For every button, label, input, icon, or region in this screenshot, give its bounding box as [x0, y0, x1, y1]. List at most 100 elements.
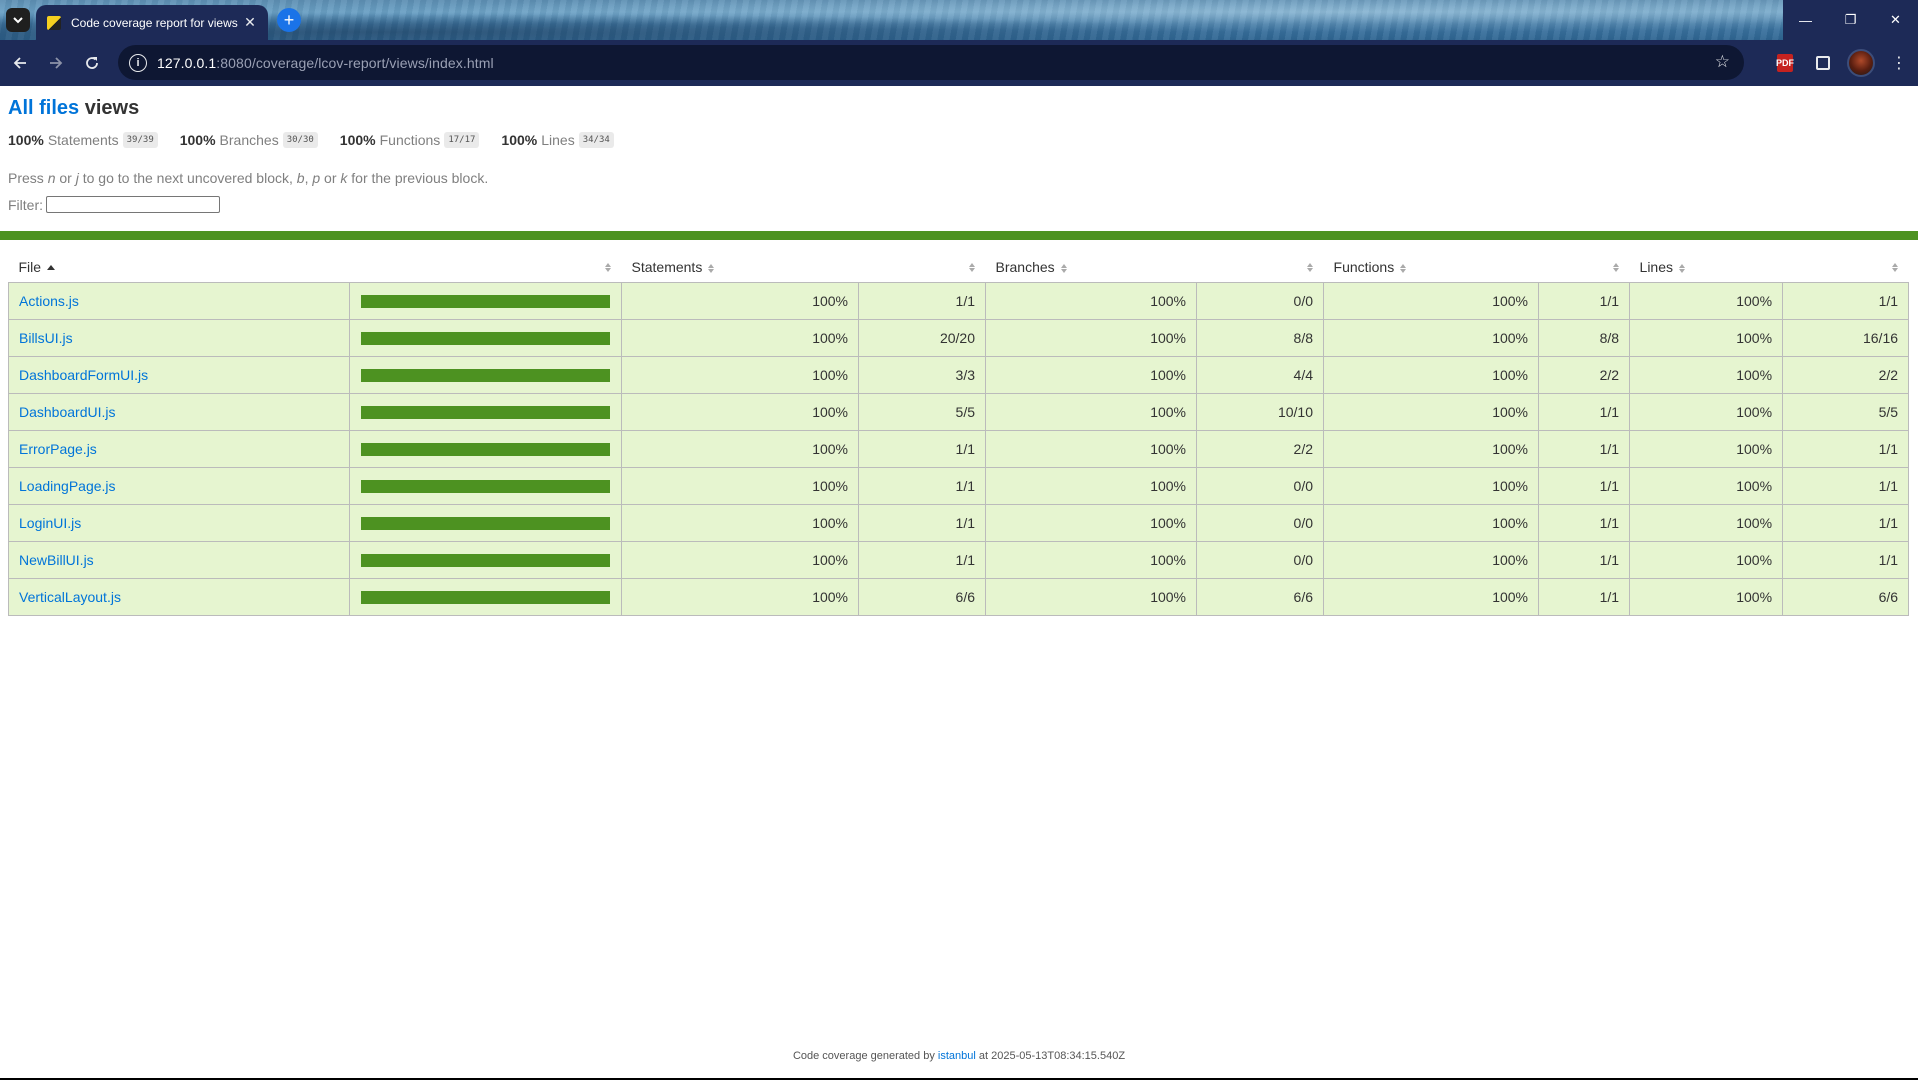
all-files-link[interactable]: All files [8, 97, 79, 119]
file-link[interactable]: LoginUI.js [19, 515, 81, 531]
minimize-button[interactable]: — [1783, 0, 1828, 40]
sort-icon[interactable] [604, 263, 612, 272]
file-cell: VerticalLayout.js [8, 578, 350, 616]
functions-pct: 100% [1323, 356, 1540, 394]
tab-list-icon[interactable] [6, 8, 30, 32]
sort-icon[interactable] [1060, 264, 1068, 273]
browser-tab-active[interactable]: Code coverage report for views ✕ [36, 5, 268, 40]
lines-fraction: 2/2 [1782, 356, 1910, 394]
pdf-extension-icon[interactable]: PDF [1766, 44, 1804, 82]
coverage-summary: 100% Statements 39/39 100% Branches 30/3… [8, 132, 1910, 148]
close-window-button[interactable]: ✕ [1873, 0, 1918, 40]
lines-fraction: 1/1 [1782, 467, 1910, 505]
sort-icon[interactable] [1891, 263, 1899, 272]
functions-fraction: 2/2 [1538, 356, 1631, 394]
coverage-bar-cell [349, 504, 622, 542]
filter-input[interactable] [46, 196, 220, 213]
header-file[interactable]: File [9, 252, 622, 283]
file-cell: DashboardUI.js [8, 393, 350, 431]
branches-fraction: 10/10 [1196, 393, 1325, 431]
coverage-bar [360, 552, 611, 568]
coverage-bar [360, 367, 611, 383]
branches-pct: 100% [985, 467, 1198, 505]
coverage-bar-fill [361, 331, 610, 345]
browser-toolbar: i 127.0.0.1:8080/coverage/lcov-report/vi… [0, 40, 1918, 86]
functions-pct: 100% [1323, 467, 1540, 505]
file-link[interactable]: DashboardUI.js [19, 404, 116, 420]
address-bar[interactable]: i 127.0.0.1:8080/coverage/lcov-report/vi… [118, 45, 1744, 80]
sort-icon[interactable] [1679, 264, 1686, 273]
functions-fraction: 1/1 [1538, 541, 1631, 579]
coverage-bar-cell [349, 578, 622, 616]
functions-fraction: 8/8 [1538, 319, 1631, 357]
file-cell: BillsUI.js [8, 319, 350, 357]
functions-fraction: 1/1 [1538, 393, 1631, 431]
back-icon[interactable] [4, 47, 36, 79]
statements-fraction: 1/1 [857, 467, 987, 505]
coverage-bar [360, 330, 611, 346]
istanbul-favicon-icon [47, 15, 61, 30]
coverage-status-line [0, 231, 1918, 240]
statements-pct: 100% [621, 430, 859, 468]
site-info-icon[interactable]: i [129, 53, 147, 72]
coverage-bar [360, 441, 611, 457]
sort-icon[interactable] [968, 263, 976, 272]
keyboard-hint: Press n or j to go to the next uncovered… [8, 170, 489, 186]
sort-icon[interactable] [1612, 263, 1620, 272]
statements-pct: 100% [621, 282, 859, 320]
lines-pct: 100% [1629, 319, 1784, 357]
sort-icon[interactable] [1400, 264, 1407, 273]
statements-pct: 100% [621, 467, 859, 505]
header-functions[interactable]: Functions [1324, 252, 1630, 283]
forward-icon[interactable] [40, 47, 72, 79]
statements-pct: 100% [621, 504, 859, 542]
coverage-bar-cell [349, 282, 622, 320]
branches-fraction: 4/4 [1196, 356, 1325, 394]
sort-icon[interactable] [708, 264, 715, 273]
coverage-bar-fill [361, 368, 610, 382]
new-tab-button[interactable]: + [277, 8, 301, 32]
coverage-bar-fill [361, 294, 610, 308]
more-menu-icon[interactable]: ⋮ [1880, 44, 1918, 82]
sort-icon[interactable] [1306, 263, 1314, 272]
extension-icons: PDF ⋮ [1766, 40, 1918, 86]
header-statements[interactable]: Statements [622, 252, 986, 283]
branches-pct: 100% [985, 319, 1198, 357]
statements-fraction: 1/1 [857, 541, 987, 579]
bookmark-star-icon[interactable]: ☆ [1715, 52, 1730, 72]
statements-pct: 100% [621, 541, 859, 579]
file-link[interactable]: VerticalLayout.js [19, 589, 121, 605]
functions-pct: 100% [1323, 541, 1540, 579]
branches-pct: 100% [985, 393, 1198, 431]
file-link[interactable]: DashboardFormUI.js [19, 367, 148, 383]
footer: Code coverage generated by istanbul at 2… [792, 1050, 1126, 1062]
header-lines[interactable]: Lines [1630, 252, 1909, 283]
file-link[interactable]: NewBillUI.js [19, 552, 94, 568]
istanbul-link[interactable]: istanbul [938, 1050, 976, 1062]
coverage-bar-cell [349, 393, 622, 431]
reload-icon[interactable] [76, 47, 108, 79]
summary-statements: 100% Statements 39/39 [8, 132, 158, 148]
tab-close-icon[interactable]: ✕ [240, 14, 260, 31]
lines-pct: 100% [1629, 393, 1784, 431]
file-cell: ErrorPage.js [8, 430, 350, 468]
file-link[interactable]: Actions.js [19, 293, 79, 309]
branches-fraction: 0/0 [1196, 282, 1325, 320]
coverage-bar-fill [361, 553, 610, 567]
profile-avatar[interactable] [1842, 44, 1880, 82]
coverage-bar-cell [349, 430, 622, 468]
restore-button[interactable]: ❐ [1828, 0, 1873, 40]
url-text[interactable]: 127.0.0.1:8080/coverage/lcov-report/view… [157, 55, 494, 71]
page-title: All files views [8, 96, 1910, 120]
coverage-bar-fill [361, 516, 610, 530]
file-link[interactable]: BillsUI.js [19, 330, 73, 346]
file-cell: LoginUI.js [8, 504, 350, 542]
file-link[interactable]: ErrorPage.js [19, 441, 97, 457]
statements-pct: 100% [621, 393, 859, 431]
extensions-puzzle-icon[interactable] [1804, 44, 1842, 82]
header-branches[interactable]: Branches [986, 252, 1324, 283]
coverage-bar-cell [349, 319, 622, 357]
file-link[interactable]: LoadingPage.js [19, 478, 116, 494]
statements-pct: 100% [621, 578, 859, 616]
coverage-report-page: All files views 100% Statements 39/39 10… [0, 86, 1918, 1080]
